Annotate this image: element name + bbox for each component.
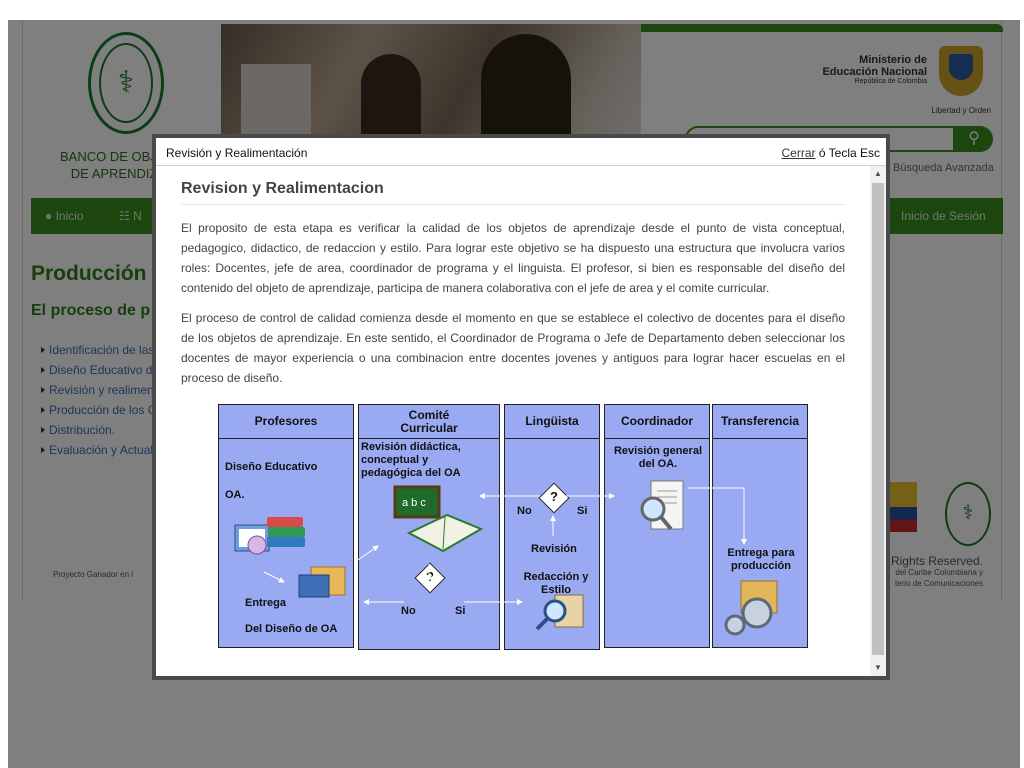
paragraph-1: El proposito de esta etapa es verificar …: [181, 221, 845, 295]
flow-arrows: [263, 487, 747, 605]
scroll-down-arrow-icon[interactable]: ▼: [870, 660, 886, 676]
content-title: Revision y Realimentacion: [181, 180, 845, 205]
close-link[interactable]: Cerrar: [782, 146, 816, 160]
modal-body: Revision y Realimentacion El proposito d…: [156, 166, 886, 676]
modal-scrollbar[interactable]: ▲ ▼: [870, 166, 886, 676]
modal-header: Revisión y Realimentación Cerrar ó Tecla…: [156, 138, 886, 166]
scroll-thumb[interactable]: [872, 183, 884, 655]
flow-diagram: Profesores Diseño Educativo OA. Entrega …: [218, 404, 808, 652]
paragraph-2: El proceso de control de calidad comienz…: [181, 311, 845, 385]
close-hint: ó Tecla Esc: [815, 146, 880, 160]
modal-dialog: Revisión y Realimentación Cerrar ó Tecla…: [152, 134, 890, 680]
modal-title: Revisión y Realimentación: [166, 146, 308, 160]
modal-close: Cerrar ó Tecla Esc: [782, 146, 881, 160]
scroll-up-arrow-icon[interactable]: ▲: [870, 166, 886, 182]
